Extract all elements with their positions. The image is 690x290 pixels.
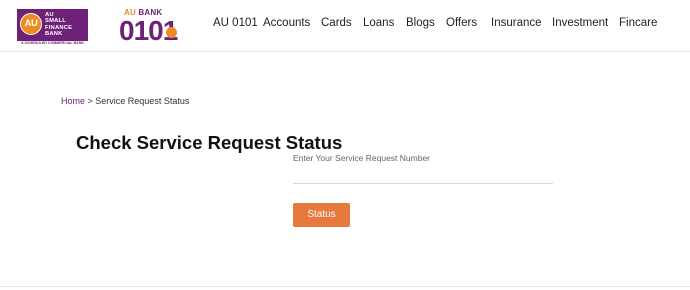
au-bank-0101-logo-dot (166, 27, 177, 38)
au-logo-badge: AU (20, 13, 42, 35)
header: AU AU SMALL FINANCE BANK A SCHEDULED COM… (0, 0, 690, 50)
nav-item-accounts[interactable]: Accounts (263, 16, 310, 30)
breadcrumb: Home > Service Request Status (61, 96, 189, 107)
au-logo-words: AU SMALL FINANCE BANK (45, 12, 73, 38)
breadcrumb-current: Service Request Status (95, 96, 190, 106)
footer-divider (0, 286, 690, 287)
service-request-number-label: Enter Your Service Request Number (293, 153, 431, 163)
nav-item-loans[interactable]: Loans (363, 16, 394, 30)
nav-item-fincare[interactable]: Fincare (619, 16, 657, 30)
au-bank-0101-logo[interactable]: AU BANK 0101 (118, 8, 196, 46)
nav-item-au-0101[interactable]: AU 0101 (213, 16, 258, 30)
nav-item-offers[interactable]: Offers (446, 16, 477, 30)
header-divider (0, 51, 690, 52)
breadcrumb-separator: > (85, 96, 96, 106)
service-request-number-input[interactable] (293, 166, 553, 184)
page-title: Check Service Request Status (76, 132, 343, 153)
au-small-finance-bank-logo[interactable]: AU AU SMALL FINANCE BANK A SCHEDULED COM… (17, 9, 88, 46)
nav-item-investment[interactable]: Investment (552, 16, 608, 30)
nav-item-insurance[interactable]: Insurance (491, 16, 542, 30)
nav-item-blogs[interactable]: Blogs (406, 16, 435, 30)
nav-item-cards[interactable]: Cards (321, 16, 352, 30)
au-logo-tagline: A SCHEDULED COMMERCIAL BANK (21, 41, 84, 45)
au-logo-box: AU AU SMALL FINANCE BANK (17, 9, 88, 41)
breadcrumb-home-link[interactable]: Home (61, 96, 85, 106)
status-button[interactable]: Status (293, 203, 350, 227)
